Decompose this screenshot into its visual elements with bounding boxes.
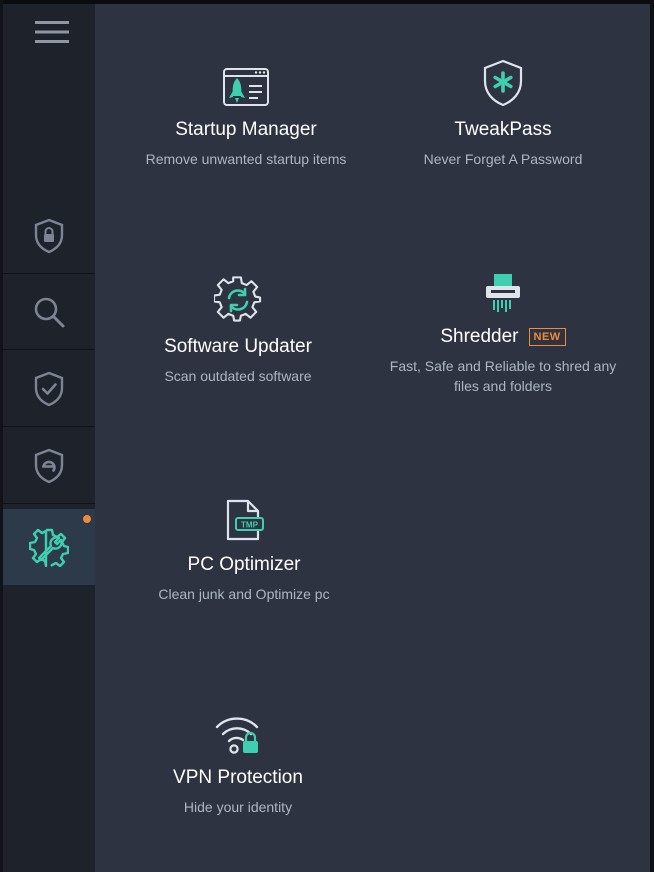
svg-text:TMP: TMP	[241, 521, 259, 530]
tool-card-pc-optimizer[interactable]: TMP PC Optimizer Clean junk and Optimize…	[123, 494, 365, 604]
hamburger-icon	[35, 21, 69, 43]
sidebar-item-security-check[interactable]	[3, 351, 95, 427]
tools-panel: Startup Manager Remove unwanted startup …	[95, 4, 650, 872]
sidebar	[3, 4, 95, 872]
shredder-icon	[486, 274, 520, 312]
sidebar-item-tools[interactable]	[3, 509, 95, 585]
window-right-edge	[650, 0, 654, 872]
tool-description: Scan outdated software	[164, 368, 312, 384]
shield-check-icon	[34, 371, 64, 406]
tool-card-startup-manager[interactable]: Startup Manager Remove unwanted startup …	[125, 59, 367, 169]
tool-card-vpn-protection[interactable]: VPN Protection Hide your identity	[117, 707, 359, 817]
shield-asterisk-icon	[483, 59, 523, 107]
tool-title: Startup Manager	[175, 119, 317, 140]
shield-e-icon	[34, 448, 64, 483]
wifi-lock-icon	[215, 717, 259, 754]
tool-title: PC Optimizer	[187, 554, 301, 575]
tool-card-tweakpass[interactable]: TweakPass Never Forget A Password	[382, 59, 624, 169]
tmp-file-icon: TMP	[226, 499, 264, 541]
tool-description: Remove unwanted startup items	[145, 151, 347, 167]
menu-button[interactable]	[27, 12, 77, 52]
search-icon	[34, 297, 65, 327]
tool-description: Hide your identity	[183, 799, 293, 815]
tool-title: Shredder	[440, 326, 519, 347]
rocket-window-icon	[223, 68, 269, 106]
tool-title-row: Shredder NEW	[373, 326, 633, 348]
sidebar-item-protection[interactable]	[3, 198, 95, 274]
sidebar-item-search[interactable]	[3, 274, 95, 350]
tool-description: Never Forget A Password	[423, 151, 583, 167]
tool-card-software-updater[interactable]: Software Updater Scan outdated software	[117, 276, 359, 386]
gear-wrench-icon	[29, 528, 69, 567]
shield-lock-icon	[34, 218, 64, 253]
tool-title: VPN Protection	[173, 767, 303, 788]
notification-dot	[83, 515, 91, 523]
gear-refresh-icon	[214, 276, 262, 322]
tool-description: Fast, Safe and Reliable to shred any fil…	[389, 358, 617, 394]
tool-description: Clean junk and Optimize pc	[158, 586, 330, 602]
tool-title: TweakPass	[454, 119, 552, 140]
new-badge: NEW	[528, 328, 566, 346]
tool-card-shredder[interactable]: Shredder NEW Fast, Safe and Reliable to …	[373, 266, 633, 396]
sidebar-item-identity[interactable]	[3, 428, 95, 504]
tool-title: Software Updater	[164, 336, 312, 357]
